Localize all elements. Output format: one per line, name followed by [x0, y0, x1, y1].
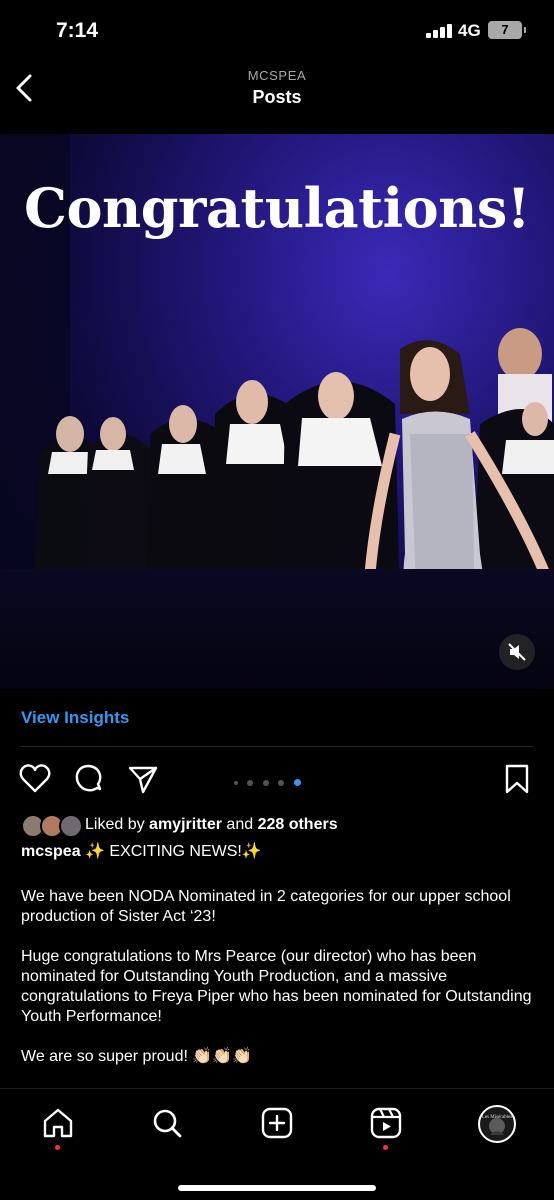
status-bar: 7:14 4G 7 — [0, 0, 554, 60]
tab-reels[interactable] — [368, 1105, 404, 1141]
reels-icon — [370, 1107, 402, 1139]
liker-username[interactable]: amyjritter — [149, 816, 222, 833]
nav-header: MCSPEA Posts — [0, 60, 554, 118]
profile-avatar: Les Misérables — [478, 1105, 516, 1143]
carousel-dot-active — [293, 779, 301, 787]
speaker-muted-icon — [508, 643, 526, 661]
caption-paragraph: We are so super proud! 👏🏻👏🏻👏🏻 — [21, 1048, 253, 1065]
liker-avatars — [21, 814, 83, 838]
notification-dot — [383, 1145, 388, 1150]
caption-paragraph: We have been NODA Nominated in 2 categor… — [21, 888, 511, 925]
caption-paragraph: Huge congratulations to Mrs Pearce (our … — [21, 948, 532, 1025]
plus-square-icon — [261, 1107, 293, 1139]
tab-home[interactable] — [40, 1105, 76, 1141]
likes-text: Liked by amyjritter and 228 others — [85, 816, 338, 834]
save-button[interactable] — [500, 762, 534, 796]
divider — [21, 746, 533, 747]
post-image[interactable]: Congratulations! — [0, 134, 554, 689]
like-button[interactable] — [18, 762, 52, 796]
carousel-dot — [262, 779, 269, 786]
avatar — [59, 814, 83, 838]
tab-search[interactable] — [149, 1105, 185, 1141]
caption-username[interactable]: mcspea — [21, 843, 81, 860]
share-button[interactable] — [126, 762, 160, 796]
search-icon — [153, 1109, 182, 1138]
post-caption: mcspea ✨ EXCITING NEWS!✨ We have been NO… — [21, 842, 533, 1087]
carousel-dot — [278, 779, 285, 786]
image-headline: Congratulations! — [23, 176, 531, 240]
send-icon — [128, 766, 158, 794]
notification-dot — [55, 1145, 60, 1150]
likes-prefix: Liked by — [85, 816, 150, 833]
mute-button[interactable] — [499, 634, 535, 670]
post-actions — [0, 762, 554, 798]
bookmark-icon — [505, 764, 529, 794]
network-type: 4G — [458, 21, 481, 40]
comment-icon — [75, 764, 102, 792]
account-name: MCSPEA — [247, 68, 307, 83]
carousel-dot — [234, 780, 238, 785]
heart-icon — [19, 764, 51, 793]
carousel-indicator — [234, 774, 306, 787]
tab-profile[interactable]: Les Misérables — [478, 1105, 516, 1143]
home-indicator — [178, 1185, 376, 1191]
carousel-dot — [247, 779, 254, 786]
home-icon — [43, 1108, 73, 1138]
status-time: 7:14 — [56, 19, 99, 42]
view-insights-link[interactable]: View Insights — [21, 708, 129, 728]
bottom-nav: Les Misérables — [0, 1088, 554, 1200]
page-title: Posts — [252, 87, 302, 107]
profile-avatar-text: Les Misérables — [482, 1115, 512, 1120]
likes-middle: and — [221, 816, 258, 833]
likes-others[interactable]: 228 others — [258, 816, 338, 833]
stage-floor — [0, 569, 554, 689]
signal-icon — [426, 24, 454, 38]
caption-first-line: mcspea ✨ EXCITING NEWS!✨ — [21, 842, 533, 862]
caption-headline: ✨ EXCITING NEWS!✨ — [80, 843, 262, 860]
battery-icon: 7 — [488, 21, 526, 39]
comment-button[interactable] — [72, 762, 106, 796]
tab-create[interactable] — [259, 1105, 295, 1141]
